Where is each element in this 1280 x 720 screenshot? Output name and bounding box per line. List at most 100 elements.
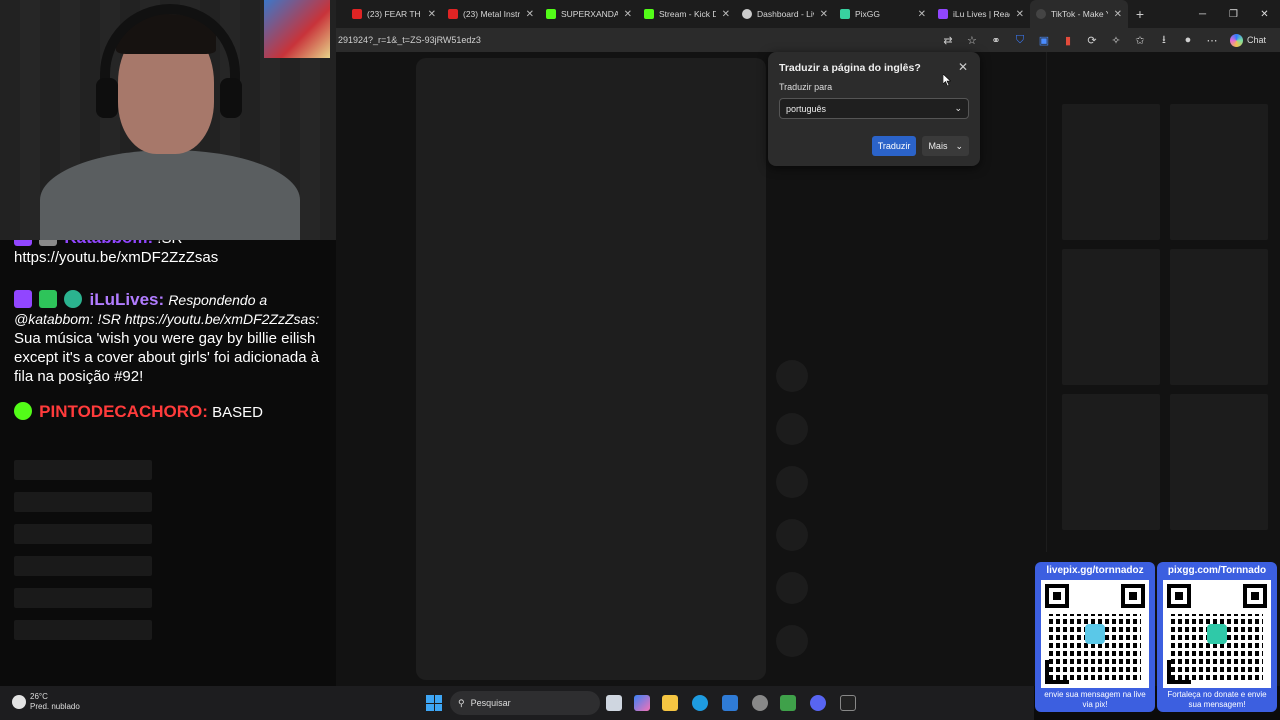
popup-title: Traduzir a página do inglês? <box>779 62 921 74</box>
qr-code-image <box>1041 580 1149 688</box>
url-field[interactable]: 291924?_r=1&_t=ZS-93jRW51edz3 <box>336 35 936 45</box>
translate-icon[interactable]: ⇄ <box>936 30 960 50</box>
edge-icon[interactable] <box>692 695 708 711</box>
loading-placeholder <box>14 620 152 640</box>
livepix-qr-card: livepix.gg/tornnadoz envie sua mensagem … <box>1035 562 1155 712</box>
close-icon[interactable]: ✕ <box>918 9 926 20</box>
bot-badge-icon <box>64 290 83 308</box>
tab-pixgg[interactable]: PixGG ✕ <box>834 0 932 28</box>
grid-card-placeholder[interactable] <box>1062 104 1160 240</box>
comment-button-placeholder[interactable] <box>776 413 808 445</box>
grid-card-placeholder[interactable] <box>1170 394 1268 530</box>
extensions-icon[interactable]: ✧ <box>1104 30 1128 50</box>
grid-card-placeholder[interactable] <box>1062 249 1160 385</box>
more-options-icon[interactable]: ⋯ <box>1200 30 1224 50</box>
copilot-icon[interactable] <box>634 695 650 711</box>
task-view-icon[interactable] <box>606 695 622 711</box>
close-icon[interactable]: ✕ <box>958 60 968 74</box>
grid-card-placeholder[interactable] <box>1170 104 1268 240</box>
kick-icon <box>644 9 654 19</box>
action-button-placeholder[interactable] <box>776 572 808 604</box>
extension-icon[interactable]: ⚭ <box>984 30 1008 50</box>
youtube-icon <box>448 9 458 19</box>
close-icon[interactable]: ✕ <box>722 9 730 20</box>
favorite-star-icon[interactable]: ☆ <box>960 30 984 50</box>
mouse-cursor-icon <box>943 74 951 86</box>
close-icon[interactable]: ✕ <box>624 9 632 20</box>
close-icon[interactable]: ✕ <box>526 9 534 20</box>
new-tab-button[interactable]: + <box>1128 0 1152 28</box>
file-explorer-icon[interactable] <box>662 695 678 711</box>
close-icon[interactable]: ✕ <box>820 9 828 20</box>
tab-tiktok[interactable]: TikTok - Make Yo ✕ <box>1030 0 1128 28</box>
save-button-placeholder[interactable] <box>776 466 808 498</box>
download-icon[interactable]: ⭳ <box>1152 30 1176 50</box>
search-icon: ⚲ <box>458 697 465 708</box>
store-icon[interactable] <box>722 695 738 711</box>
livepix-logo-icon <box>1085 624 1105 644</box>
share-button-placeholder[interactable] <box>776 519 808 551</box>
more-button[interactable]: Mais ⌄ <box>922 136 969 156</box>
loading-placeholder <box>14 460 152 480</box>
close-icon[interactable]: ✕ <box>1114 9 1122 20</box>
headset-ear-left <box>96 78 118 118</box>
pixgg-logo-icon <box>1207 624 1227 644</box>
minimize-icon[interactable]: ─ <box>1187 0 1218 28</box>
tab-superxandao[interactable]: SUPERXANDAO S ✕ <box>540 0 638 28</box>
streamer-shirt <box>40 150 300 240</box>
window-close-icon[interactable]: ✕ <box>1249 0 1280 28</box>
tab-dashboard[interactable]: Dashboard - Live ✕ <box>736 0 834 28</box>
language-select[interactable]: português ⌄ <box>779 98 969 119</box>
close-icon[interactable]: ✕ <box>428 9 436 20</box>
taskbar-search[interactable]: ⚲ Pesquisar <box>450 691 600 715</box>
copilot-icon <box>1229 33 1243 47</box>
settings-icon[interactable] <box>752 695 768 711</box>
qr-code-image <box>1163 580 1271 688</box>
translate-button[interactable]: Traduzir <box>871 136 917 156</box>
shield-icon[interactable]: ⛉ <box>1008 30 1032 50</box>
action-button-placeholder[interactable] <box>776 625 808 657</box>
youtube-icon <box>352 9 362 19</box>
favorites-icon[interactable]: ✩ <box>1128 30 1152 50</box>
translate-popup: Traduzir a página do inglês? ✕ Traduzir … <box>768 52 980 166</box>
loading-icon <box>1036 9 1046 19</box>
like-button-placeholder[interactable] <box>776 360 808 392</box>
notion-icon[interactable] <box>840 695 856 711</box>
tab-ilu-lives[interactable]: iLu Lives | React ✕ <box>932 0 1030 28</box>
grid-card-placeholder[interactable] <box>1170 249 1268 385</box>
tab-fear[interactable]: (23) FEAR TH ✕ <box>346 0 442 28</box>
start-button[interactable] <box>426 695 442 711</box>
loading-placeholder <box>14 588 152 608</box>
poster-image <box>264 0 330 58</box>
chevron-down-icon: ⌄ <box>954 103 962 113</box>
kick-icon <box>546 9 556 19</box>
tab-stream-kick[interactable]: Stream - Kick Da ✕ <box>638 0 736 28</box>
close-icon[interactable]: ✕ <box>1016 9 1024 20</box>
refresh-extension-icon[interactable]: ⟳ <box>1080 30 1104 50</box>
video-placeholder[interactable] <box>416 58 766 680</box>
maximize-icon[interactable]: ❐ <box>1218 0 1249 28</box>
pdf-icon[interactable]: ▮ <box>1056 30 1080 50</box>
pixgg-qr-card: pixgg.com/Tornnado Fortaleça no donate e… <box>1157 562 1277 712</box>
tab-strip: (23) FEAR TH ✕ (23) Metal Instru ✕ SUPER… <box>336 0 1280 28</box>
weather-widget[interactable]: 26°C Pred. nublado <box>12 692 80 712</box>
tab-metal[interactable]: (23) Metal Instru ✕ <box>442 0 540 28</box>
address-bar: 291924?_r=1&_t=ZS-93jRW51edz3 ⇄ ☆ ⚭ ⛉ ▣ … <box>336 28 1280 52</box>
chat-message: PINTODECACHORO: BASED <box>0 402 336 422</box>
pixgg-icon <box>840 9 850 19</box>
headset-ear-right <box>220 78 242 118</box>
app-icon[interactable] <box>780 695 796 711</box>
discord-icon[interactable] <box>810 695 826 711</box>
windows-taskbar: 26°C Pred. nublado ⚲ Pesquisar <box>0 686 1034 720</box>
weather-cloud-icon <box>12 695 26 709</box>
grid-card-placeholder[interactable] <box>1062 394 1160 530</box>
chat-button[interactable]: Chat <box>1224 33 1272 47</box>
toolbar: ⇄ ☆ ⚭ ⛉ ▣ ▮ ⟳ ✧ ✩ ⭳ ● ⋯ Chat <box>936 30 1280 50</box>
chat-message-link[interactable]: https://youtu.be/xmDF2ZzZsas <box>14 248 322 267</box>
profile-icon[interactable]: ● <box>1176 30 1200 50</box>
screen: (23) FEAR TH ✕ (23) Metal Instru ✕ SUPER… <box>0 0 1280 720</box>
translator-extension-icon[interactable]: ▣ <box>1032 30 1056 50</box>
window-controls: ─ ❐ ✕ <box>1187 0 1280 28</box>
webcam-overlay <box>0 0 336 240</box>
loading-placeholder <box>14 556 152 576</box>
